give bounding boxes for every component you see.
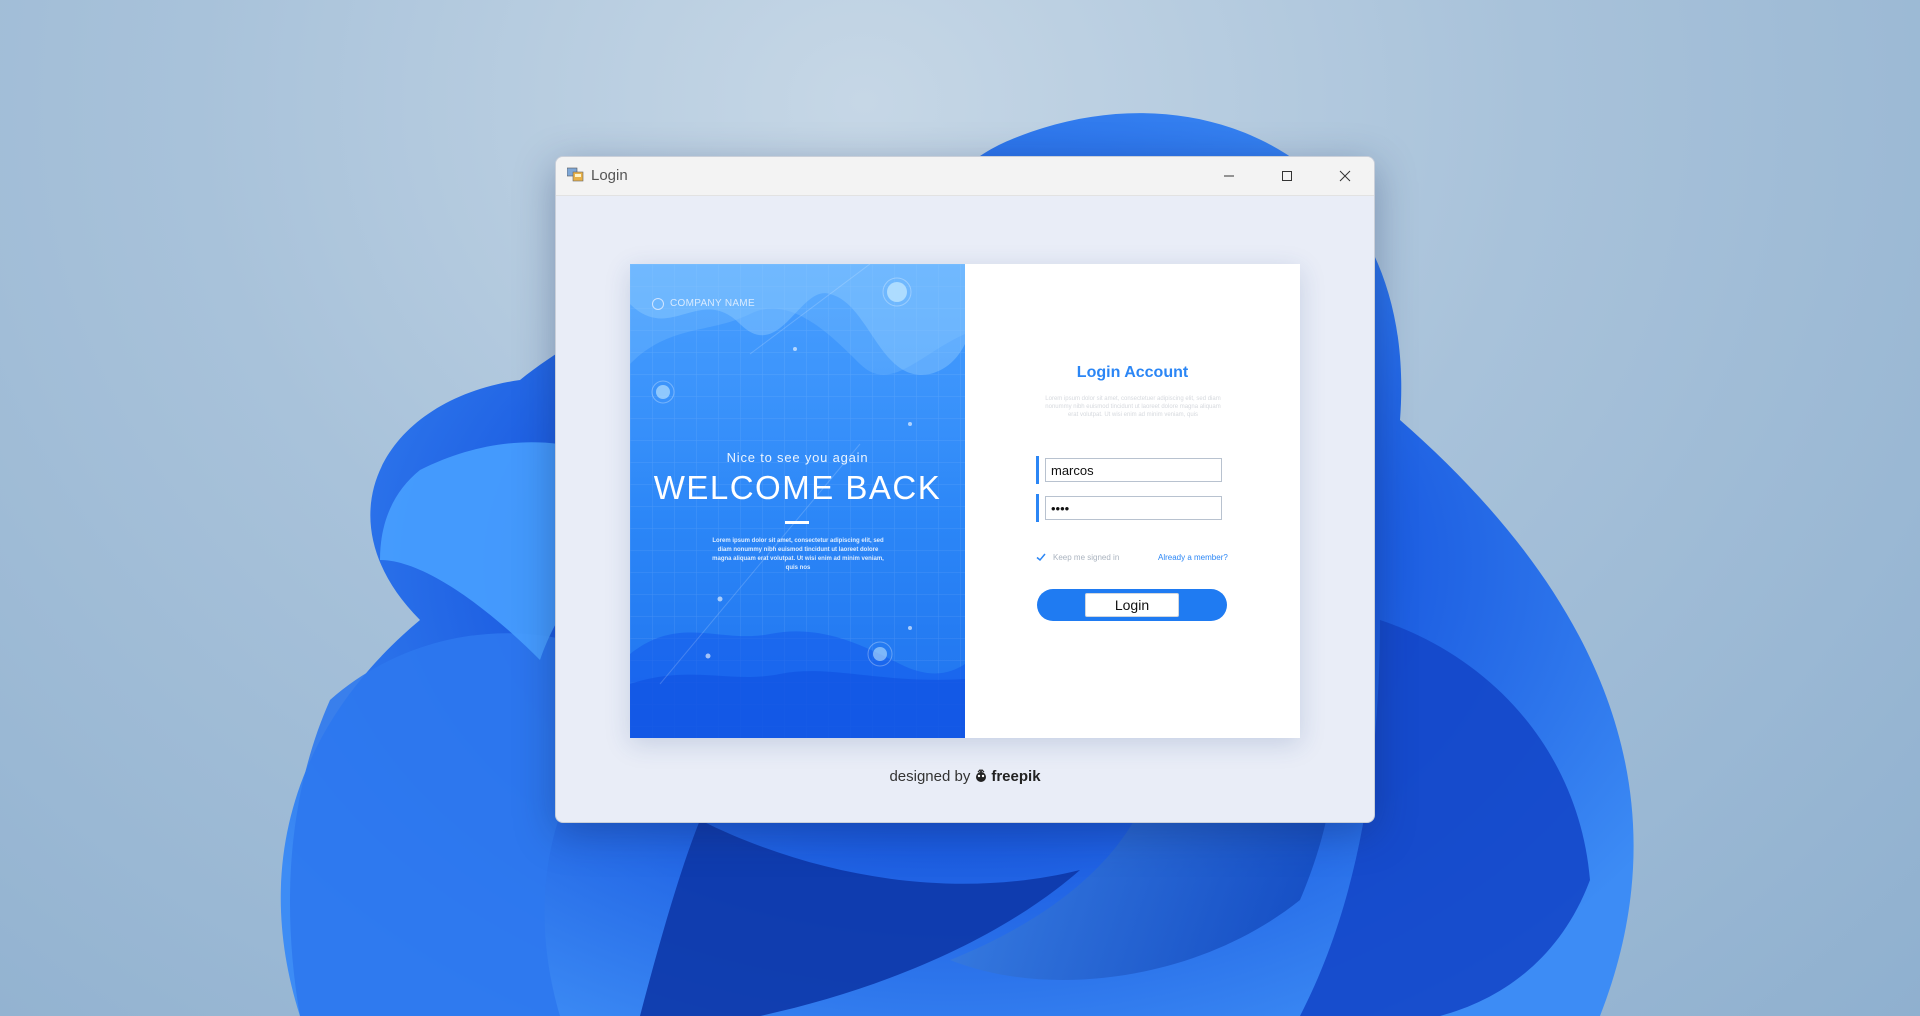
password-input[interactable] bbox=[1045, 496, 1222, 520]
welcome-panel: COMPANY NAME Nice to see you again WELCO… bbox=[630, 264, 965, 738]
company-name: COMPANY NAME bbox=[670, 298, 755, 309]
password-accent-bar bbox=[1036, 494, 1039, 522]
login-description: Lorem ipsum dolor sit amet, consectetuer… bbox=[1045, 396, 1221, 418]
username-accent-bar bbox=[1036, 456, 1039, 484]
close-icon bbox=[1339, 170, 1351, 182]
credit-footer: designed by freepik bbox=[556, 768, 1374, 785]
keep-signed-in-label: Keep me signed in bbox=[1053, 553, 1120, 562]
company-logo-icon bbox=[652, 298, 664, 310]
designed-by-text: designed by bbox=[889, 768, 971, 785]
title-bar[interactable]: Login bbox=[556, 157, 1374, 196]
welcome-headline: WELCOME BACK bbox=[653, 469, 942, 506]
login-button[interactable]: Login bbox=[1085, 593, 1179, 617]
minimize-icon bbox=[1224, 175, 1234, 177]
username-input[interactable] bbox=[1045, 458, 1222, 482]
already-member-link[interactable]: Already a member? bbox=[1158, 553, 1228, 562]
freepik-brand: freepik bbox=[991, 768, 1041, 785]
greeting-text: Nice to see you again bbox=[726, 450, 869, 465]
login-card: COMPANY NAME Nice to see you again WELCO… bbox=[630, 264, 1300, 738]
login-window: Login COMPANY NAME Nice to see you again… bbox=[555, 156, 1375, 823]
window-title: Login bbox=[591, 167, 628, 184]
close-button[interactable] bbox=[1316, 157, 1374, 195]
app-icon bbox=[567, 167, 584, 182]
maximize-icon bbox=[1282, 171, 1292, 181]
maximize-button[interactable] bbox=[1258, 157, 1316, 195]
freepik-logo-icon bbox=[976, 769, 987, 782]
headline-divider bbox=[785, 521, 809, 524]
welcome-body-text: Lorem ipsum dolor sit amet, consectetur … bbox=[712, 538, 884, 571]
login-button-background[interactable]: Login bbox=[1037, 589, 1227, 621]
login-title: Login Account bbox=[1076, 364, 1189, 381]
minimize-button[interactable] bbox=[1200, 157, 1258, 195]
login-form-panel: Login Account Lorem ipsum dolor sit amet… bbox=[965, 264, 1300, 738]
keep-signed-in-checkbox[interactable] bbox=[1035, 551, 1047, 563]
